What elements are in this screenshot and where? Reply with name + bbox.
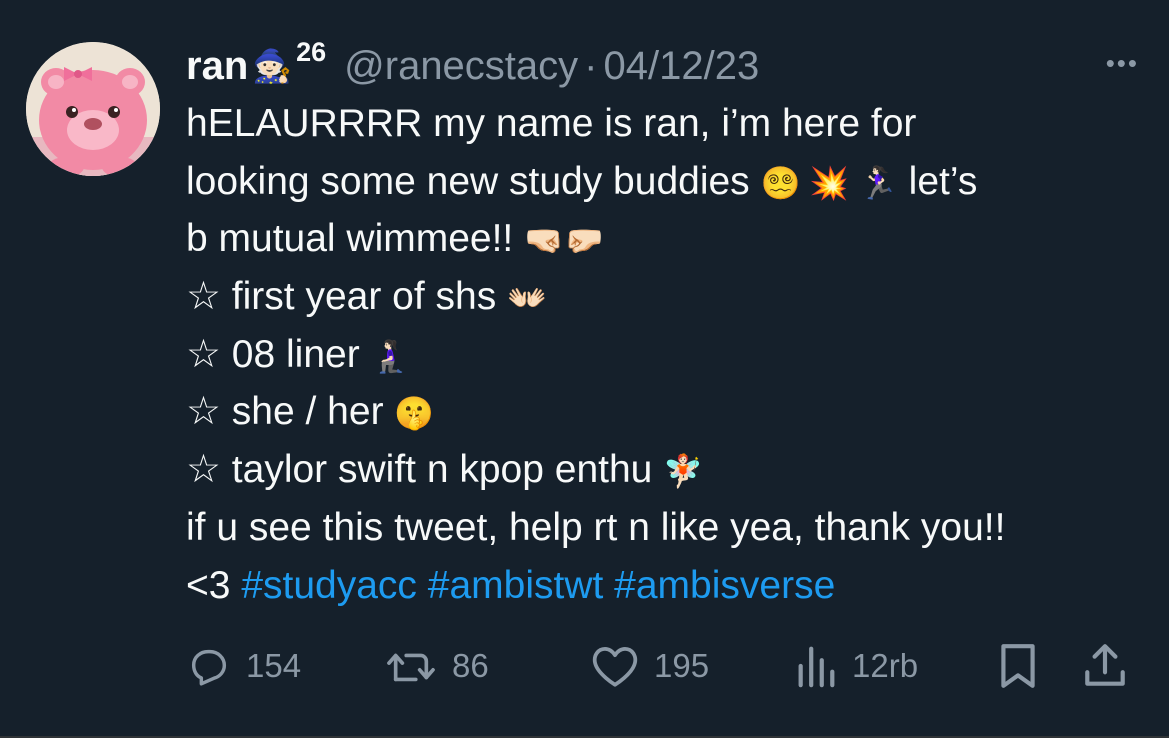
like-button[interactable]: 195	[590, 636, 709, 696]
tweet: ran 🧙🏻 26 @ranecstacy · 04/12/23 ••• hEL…	[0, 0, 1169, 738]
tweet-line-4: ☆ first year of shs 👐🏻	[186, 268, 1146, 326]
reply-button[interactable]: 154	[186, 636, 301, 696]
tweet-line-5-text: ☆ 08 liner	[186, 332, 371, 376]
views-button[interactable]: 12rb	[794, 636, 918, 696]
tweet-line-2: looking some new study buddies 😵‍💫 💥 🏃🏻‍…	[186, 153, 1146, 211]
more-options-icon[interactable]: •••	[1106, 48, 1139, 79]
hashtag-link[interactable]: #ambisverse	[614, 564, 835, 607]
tweet-line-7-text: ☆ taylor swift n kpop enthu	[186, 448, 664, 492]
tweet-line-2-end: let’s	[897, 159, 978, 203]
tweet-header: ran 🧙🏻 26 @ranecstacy · 04/12/23	[186, 36, 760, 94]
views-count: 12rb	[852, 647, 919, 684]
tweet-line-2-text: looking some new study buddies	[186, 159, 761, 203]
retweet-icon	[387, 653, 435, 682]
tweet-line-4-emoji: 👐🏻	[507, 280, 547, 317]
action-bar: 154 86 195 12rb	[186, 636, 1136, 696]
display-name[interactable]: ran	[186, 44, 248, 89]
tweet-line-2-emojis: 😵‍💫 💥 🏃🏻‍♀️	[760, 164, 898, 201]
bookmark-button[interactable]	[996, 636, 1040, 696]
tweet-line-9-text: <3	[186, 563, 242, 607]
share-button[interactable]	[1082, 636, 1128, 696]
tweet-line-4-text: ☆ first year of shs	[186, 275, 508, 319]
header-separator: ·	[584, 43, 598, 88]
tweet-line-3-emojis: 🤜🏻🤛🏻	[524, 222, 604, 259]
tweet-date[interactable]: 04/12/23	[604, 44, 760, 89]
views-icon	[798, 646, 835, 688]
reply-icon	[191, 649, 227, 686]
name-badge-emoji: 🧙🏻	[252, 48, 293, 84]
tweet-line-6: ☆ she / her 🤫	[186, 383, 1146, 441]
share-icon	[1085, 644, 1125, 686]
like-count: 195	[654, 647, 710, 684]
tweet-line-5: ☆ 08 liner 🧎🏻‍♀️	[186, 326, 1146, 384]
tweet-line-8: if u see this tweet, help rt n like yea,…	[186, 499, 1146, 557]
user-handle[interactable]: @ranecstacy	[344, 44, 578, 89]
tweet-line-5-emoji: 🧎🏻‍♀️	[370, 337, 411, 374]
tweet-text: hELAURRRR my name is ran, i’m here for l…	[186, 95, 1146, 614]
tweet-line-3: b mutual wimmee!! 🤜🏻🤛🏻	[186, 210, 1146, 268]
reply-count: 154	[246, 647, 302, 684]
tweet-line-7: ☆ taylor swift n kpop enthu 🧚🏻	[186, 441, 1146, 499]
heart-icon	[592, 647, 638, 687]
tweet-line-9: <3 #studyacc #ambistwt #ambisverse	[186, 557, 1146, 615]
bookmark-icon	[1001, 644, 1035, 688]
tweet-line-7-emoji: 🧚🏻	[663, 453, 704, 490]
tweet-line-1-text: hELAURRRR my name is ran, i’m here for	[186, 102, 917, 145]
hashtag-link[interactable]: #studyacc	[241, 564, 417, 607]
name-badge-number: 26	[296, 36, 327, 67]
tweet-line-8-text: if u see this tweet, help rt n like yea,…	[186, 505, 1006, 549]
tweet-line-6-emoji: 🤫	[394, 395, 435, 432]
tweet-line-3-text: b mutual wimmee!!	[186, 217, 525, 261]
tweet-line-1: hELAURRRR my name is ran, i’m here for	[186, 95, 1146, 153]
retweet-button[interactable]: 86	[384, 636, 489, 696]
avatar-image	[26, 42, 160, 176]
avatar[interactable]	[26, 42, 160, 176]
hashtag-link[interactable]: #ambistwt	[428, 564, 604, 607]
retweet-count: 86	[452, 647, 489, 684]
tweet-line-6-text: ☆ she / her	[186, 390, 395, 434]
